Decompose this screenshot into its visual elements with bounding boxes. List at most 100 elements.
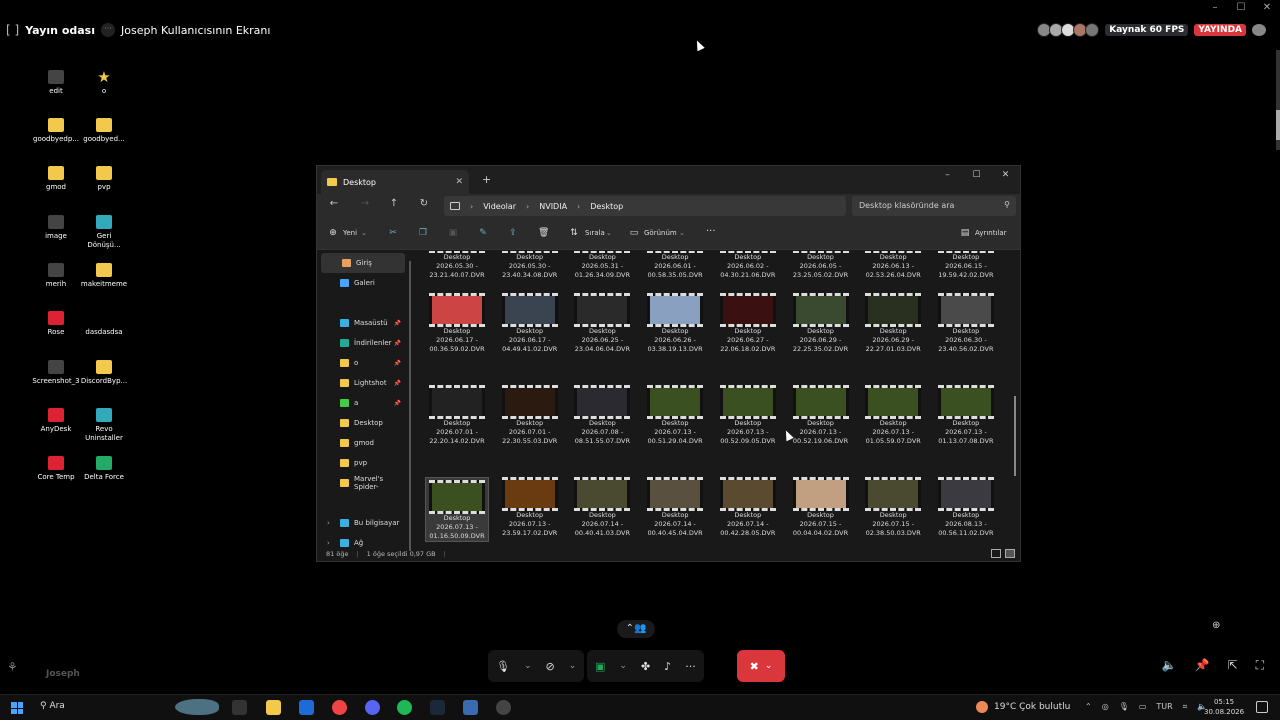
app-icon[interactable] bbox=[463, 700, 478, 715]
more-options-icon[interactable]: ··· bbox=[685, 660, 696, 673]
file-item[interactable]: Desktop 2026.07.13 -01.16.50.09.DVR bbox=[425, 477, 489, 542]
camera-off-icon[interactable]: ⊘ bbox=[546, 660, 555, 673]
desktop-icon-item[interactable]: image bbox=[32, 215, 80, 241]
desktop-icon-item[interactable]: goodbyed... bbox=[80, 118, 128, 144]
breadcrumb-item[interactable]: Videolar bbox=[483, 202, 516, 211]
steam-icon[interactable] bbox=[430, 700, 445, 715]
chevron-down-icon[interactable]: ⌄ bbox=[619, 661, 627, 671]
file-item[interactable]: Desktop 2026.06.29 -22.25.35.02.DVR bbox=[789, 293, 853, 354]
file-item[interactable]: Desktop 2026.06.25 -23.04.06.04.DVR bbox=[570, 293, 634, 354]
desktop-icon-item[interactable]: Screenshot_3 bbox=[32, 360, 80, 386]
fullscreen-icon[interactable]: ⛶ bbox=[1256, 658, 1264, 673]
desktop-icon-item[interactable]: merih bbox=[32, 263, 80, 289]
desktop-icon-item[interactable]: Delta Force bbox=[80, 456, 128, 482]
mic-tray-icon[interactable]: 🎙 bbox=[1119, 702, 1129, 712]
file-item[interactable]: Desktop 2026.06.26 -03.38.19.13.DVR bbox=[643, 293, 707, 354]
file-item[interactable]: Desktop 2026.06.17 -00.36.59.02.DVR bbox=[425, 293, 489, 354]
breadcrumb-item[interactable]: NVIDIA bbox=[539, 202, 567, 211]
clock[interactable]: 05:15 30.08.2026 bbox=[1204, 697, 1244, 717]
paste-icon[interactable]: ▣ bbox=[448, 228, 458, 238]
file-item[interactable]: Desktop 2026.05.30 -23.40.34.08.DVR bbox=[498, 251, 562, 280]
file-item[interactable]: Desktop 2026.06.30 -23.40.56.02.DVR bbox=[934, 293, 998, 354]
tray-app-icon[interactable]: ◎ bbox=[1102, 702, 1109, 712]
spotify-icon[interactable] bbox=[397, 700, 412, 715]
delete-icon[interactable]: 🗑 bbox=[538, 228, 549, 238]
tray-app-icon[interactable]: ▭ bbox=[1139, 702, 1147, 712]
chrome-icon[interactable] bbox=[332, 700, 347, 715]
breadcrumb[interactable]: › Videolar › NVIDIA › Desktop bbox=[444, 196, 846, 216]
tab-desktop[interactable]: Desktop ✕ bbox=[321, 170, 469, 194]
file-item[interactable]: Desktop 2026.07.13 -00.52.09.05.DVR bbox=[716, 385, 780, 446]
new-button[interactable]: Yeni bbox=[343, 229, 357, 237]
sort-button[interactable]: Sırala bbox=[585, 229, 605, 237]
file-item[interactable]: Desktop 2026.07.13 -00.52.19.06.DVR bbox=[789, 385, 853, 446]
up-arrow-icon[interactable]: ↑ bbox=[386, 198, 402, 209]
file-item[interactable]: Desktop 2026.06.02 -04.30.21.06.DVR bbox=[716, 251, 780, 280]
sidebar-item[interactable]: İndirilenler 📌 bbox=[319, 333, 407, 353]
forward-arrow-icon[interactable]: → bbox=[357, 198, 373, 209]
breadcrumb-item[interactable]: Desktop bbox=[590, 202, 623, 211]
activity-icon[interactable]: ⚘ bbox=[7, 660, 18, 674]
expand-participants-button[interactable]: ⌃👥 bbox=[617, 620, 655, 638]
desktop-icon-item[interactable]: goodbyedp... bbox=[32, 118, 80, 144]
sidebar-item[interactable]: › Bu bilgisayar bbox=[319, 513, 407, 533]
sidebar-item[interactable]: Giriş bbox=[321, 253, 405, 273]
sidebar-item[interactable]: gmod bbox=[319, 433, 407, 453]
close-icon[interactable]: ✕ bbox=[1254, 0, 1280, 16]
maximize-icon[interactable]: ☐ bbox=[1228, 0, 1254, 16]
desktop-icon-item[interactable]: Core Temp bbox=[32, 456, 80, 482]
sidebar-item[interactable]: Marvel's Spider- bbox=[319, 473, 407, 493]
minimize-icon[interactable]: – bbox=[933, 166, 962, 184]
notification-icon[interactable] bbox=[1256, 701, 1268, 713]
close-icon[interactable]: ✕ bbox=[991, 166, 1020, 184]
activities-icon[interactable]: ✤ bbox=[641, 660, 650, 673]
popout-icon[interactable]: ⇱ bbox=[1228, 658, 1238, 673]
file-item[interactable]: Desktop 2026.07.14 -00.40.41.03.DVR bbox=[570, 477, 634, 538]
taskbar-search[interactable]: ⚲ Ara bbox=[40, 701, 65, 711]
windows-start-icon[interactable] bbox=[11, 702, 23, 714]
search-input[interactable]: Desktop klasöründe ara ⚲ bbox=[852, 196, 1016, 216]
screen-share-icon[interactable]: ▣ bbox=[595, 660, 605, 673]
nvidia-icon[interactable] bbox=[496, 700, 511, 715]
sidebar-item[interactable]: pvp bbox=[319, 453, 407, 473]
sidebar-item[interactable]: Galeri bbox=[319, 273, 407, 293]
maximize-icon[interactable]: ☐ bbox=[962, 166, 991, 184]
more-options-icon[interactable]: ··· bbox=[706, 226, 716, 237]
chevron-down-icon[interactable]: ⌄ bbox=[569, 661, 577, 671]
soundboard-icon[interactable]: ♪ bbox=[664, 660, 671, 673]
file-explorer-icon[interactable] bbox=[266, 700, 281, 715]
file-item[interactable]: Desktop 2026.05.31 -01.26.34.09.DVR bbox=[570, 251, 634, 280]
rename-icon[interactable]: ✎ bbox=[478, 228, 488, 238]
file-item[interactable]: Desktop 2026.07.13 -00.51.29.04.DVR bbox=[643, 385, 707, 446]
file-item[interactable]: Desktop 2026.07.13 -01.05.59.07.DVR bbox=[861, 385, 925, 446]
chevron-down-icon[interactable]: ⌄ bbox=[524, 661, 532, 671]
scrollbar-thumb[interactable] bbox=[1276, 110, 1280, 140]
calculator-icon[interactable] bbox=[299, 700, 314, 715]
details-view-icon[interactable] bbox=[991, 549, 1001, 558]
file-item[interactable]: Desktop 2026.07.08 -08.51.55.07.DVR bbox=[570, 385, 634, 446]
scrollbar[interactable] bbox=[1276, 50, 1280, 150]
desktop-icon-item[interactable]: gmod bbox=[32, 166, 80, 192]
network-icon[interactable]: ⌗ bbox=[1183, 702, 1188, 712]
leave-call-button[interactable]: ✖ ⌄ bbox=[737, 650, 785, 682]
sidebar-item[interactable]: Masaüstü 📌 bbox=[319, 313, 407, 333]
file-item[interactable]: Desktop 2026.06.15 -19.59.42.02.DVR bbox=[934, 251, 998, 280]
desktop-icon-item[interactable]: DiscordByp... bbox=[80, 360, 128, 386]
file-item[interactable]: Desktop 2026.07.14 -00.40.45.04.DVR bbox=[643, 477, 707, 538]
viewer-avatars[interactable] bbox=[1037, 23, 1100, 37]
file-item[interactable]: Desktop 2026.07.15 -02.38.50.03.DVR bbox=[861, 477, 925, 538]
desktop-icon-item[interactable]: AnyDesk bbox=[32, 408, 80, 434]
refresh-icon[interactable]: ↻ bbox=[416, 198, 432, 209]
details-button[interactable]: Ayrıntılar bbox=[975, 229, 1007, 237]
view-button[interactable]: Görünüm bbox=[644, 229, 677, 237]
file-item[interactable]: Desktop 2026.06.17 -04.49.41.02.DVR bbox=[498, 293, 562, 354]
desktop-icon-item[interactable]: pvp bbox=[80, 166, 128, 192]
thumbnails-view-icon[interactable] bbox=[1005, 549, 1015, 558]
cut-icon[interactable]: ✂ bbox=[388, 228, 398, 238]
volume-icon[interactable]: 🔈 bbox=[1162, 658, 1177, 673]
desktop-icon-item[interactable]: ★ o bbox=[80, 70, 128, 96]
pin-icon[interactable]: 📌 bbox=[1195, 658, 1210, 673]
sidebar-item[interactable]: Lightshot 📌 bbox=[319, 373, 407, 393]
copy-icon[interactable]: ❐ bbox=[418, 228, 428, 238]
file-item[interactable]: Desktop 2026.07.01 -22.20.14.02.DVR bbox=[425, 385, 489, 446]
